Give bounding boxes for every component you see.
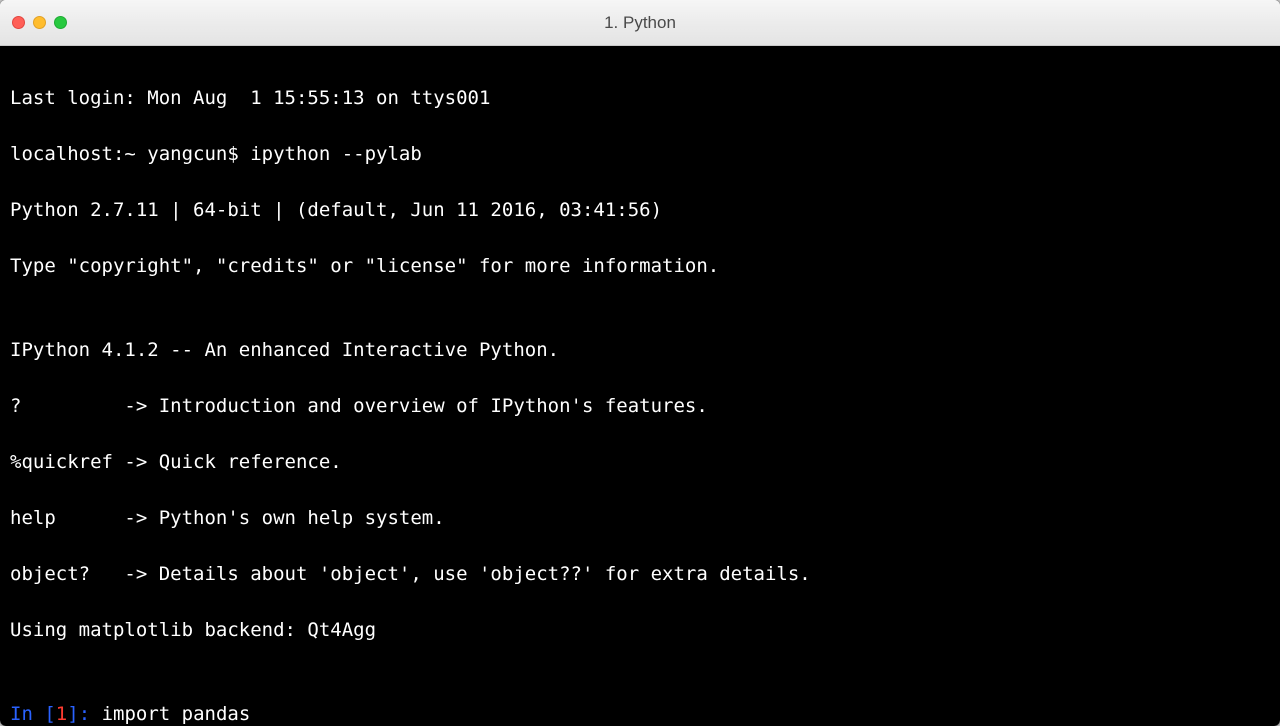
banner-help-object: object? -> Details about 'object', use '… xyxy=(10,560,1280,588)
ipython-in-1: In [1]: import pandas xyxy=(10,700,1280,726)
banner-ipython-version: IPython 4.1.2 -- An enhanced Interactive… xyxy=(10,336,1280,364)
banner-help-qmark: ? -> Introduction and overview of IPytho… xyxy=(10,392,1280,420)
banner-help-quickref: %quickref -> Quick reference. xyxy=(10,448,1280,476)
bracket-open: [ xyxy=(44,703,55,725)
colon: : xyxy=(79,703,102,725)
terminal-window: 1. Python Last login: Mon Aug 1 15:55:13… xyxy=(0,0,1280,726)
bracket-close: ] xyxy=(67,703,78,725)
banner-type-hint: Type "copyright", "credits" or "license"… xyxy=(10,252,1280,280)
in-number: 1 xyxy=(56,703,67,725)
traffic-lights xyxy=(12,16,67,29)
zoom-icon[interactable] xyxy=(54,16,67,29)
banner-python-version: Python 2.7.11 | 64-bit | (default, Jun 1… xyxy=(10,196,1280,224)
banner-last-login: Last login: Mon Aug 1 15:55:13 on ttys00… xyxy=(10,84,1280,112)
banner-shell-prompt: localhost:~ yangcun$ ipython --pylab xyxy=(10,140,1280,168)
banner-help-help: help -> Python's own help system. xyxy=(10,504,1280,532)
window-title: 1. Python xyxy=(0,13,1280,33)
close-icon[interactable] xyxy=(12,16,25,29)
in-label: In xyxy=(10,703,44,725)
in-code: import pandas xyxy=(102,703,251,725)
titlebar[interactable]: 1. Python xyxy=(0,0,1280,46)
minimize-icon[interactable] xyxy=(33,16,46,29)
terminal-output[interactable]: Last login: Mon Aug 1 15:55:13 on ttys00… xyxy=(0,46,1280,726)
banner-backend: Using matplotlib backend: Qt4Agg xyxy=(10,616,1280,644)
